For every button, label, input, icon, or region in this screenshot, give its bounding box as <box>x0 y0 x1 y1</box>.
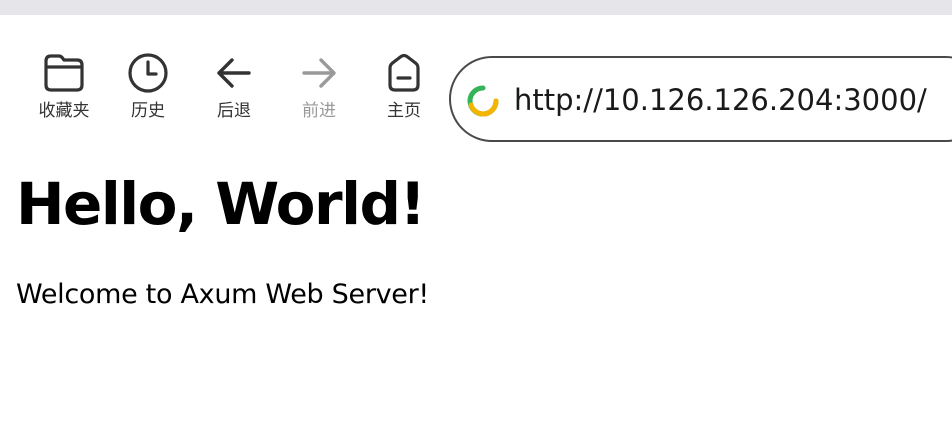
browser-toolbar: 收藏夹 历史 后退 前进 主页 http://10.126.126.204:30… <box>0 15 952 145</box>
page-content: Hello, World! Welcome to Axum Web Server… <box>16 166 936 312</box>
bookmarks-button[interactable]: 收藏夹 <box>29 51 99 131</box>
home-button[interactable]: 主页 <box>369 51 439 131</box>
back-button[interactable]: 后退 <box>199 51 269 131</box>
back-label: 后退 <box>217 101 251 121</box>
site-security-icon <box>467 85 499 117</box>
clock-icon <box>128 53 168 93</box>
history-label: 历史 <box>131 101 165 121</box>
home-label: 主页 <box>387 101 421 121</box>
forward-button[interactable]: 前进 <box>284 51 354 131</box>
history-button[interactable]: 历史 <box>113 51 183 131</box>
page-body-text: Welcome to Axum Web Server! <box>16 279 429 310</box>
home-icon <box>388 53 420 92</box>
folder-icon <box>44 54 84 92</box>
bookmarks-label: 收藏夹 <box>38 101 90 121</box>
arrow-right-icon <box>302 58 336 88</box>
address-bar[interactable]: http://10.126.126.204:3000/ <box>449 56 952 142</box>
status-strip <box>0 0 952 15</box>
arrow-left-icon <box>217 58 251 88</box>
forward-label: 前进 <box>302 101 336 121</box>
url-text[interactable]: http://10.126.126.204:3000/ <box>514 82 927 118</box>
page-heading: Hello, World! <box>16 170 426 238</box>
